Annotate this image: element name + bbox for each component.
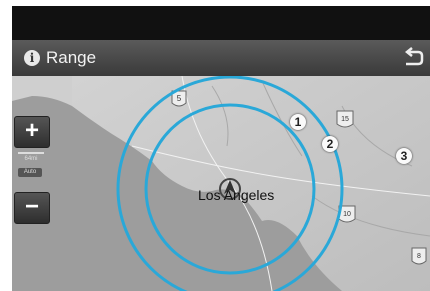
highway-shield-label: 5 — [177, 94, 182, 103]
auto-zoom-badge[interactable]: Auto — [18, 168, 42, 177]
highway-shield: 8 — [411, 247, 427, 265]
highway-shield-label: 15 — [341, 116, 349, 123]
highway-shield-label: 10 — [343, 211, 351, 218]
back-arrow-icon — [404, 47, 424, 66]
page-title: Range — [46, 48, 97, 67]
header-bar: i Range — [12, 40, 430, 77]
zoom-scale: 64mi Auto — [16, 152, 46, 192]
highway-shield: 15 — [336, 110, 354, 128]
info-icon: i — [24, 50, 40, 66]
navigation-screen: i Range 5 15 10 8 Los Angeles 1 2 3 + 64… — [12, 6, 430, 291]
range-marker-2: 2 — [322, 136, 338, 152]
back-button[interactable] — [390, 40, 430, 76]
status-bar — [12, 6, 430, 40]
range-marker-1: 1 — [290, 114, 306, 130]
zoom-in-button[interactable]: + — [14, 116, 50, 148]
scale-value: 64mi — [24, 156, 38, 162]
highway-shield-label: 8 — [417, 253, 421, 260]
range-marker-3: 3 — [396, 148, 412, 164]
zoom-out-button[interactable]: − — [14, 192, 50, 224]
city-label: Los Angeles — [198, 187, 275, 203]
range-map[interactable]: 5 15 10 8 — [12, 76, 430, 291]
scale-bar — [18, 152, 44, 154]
